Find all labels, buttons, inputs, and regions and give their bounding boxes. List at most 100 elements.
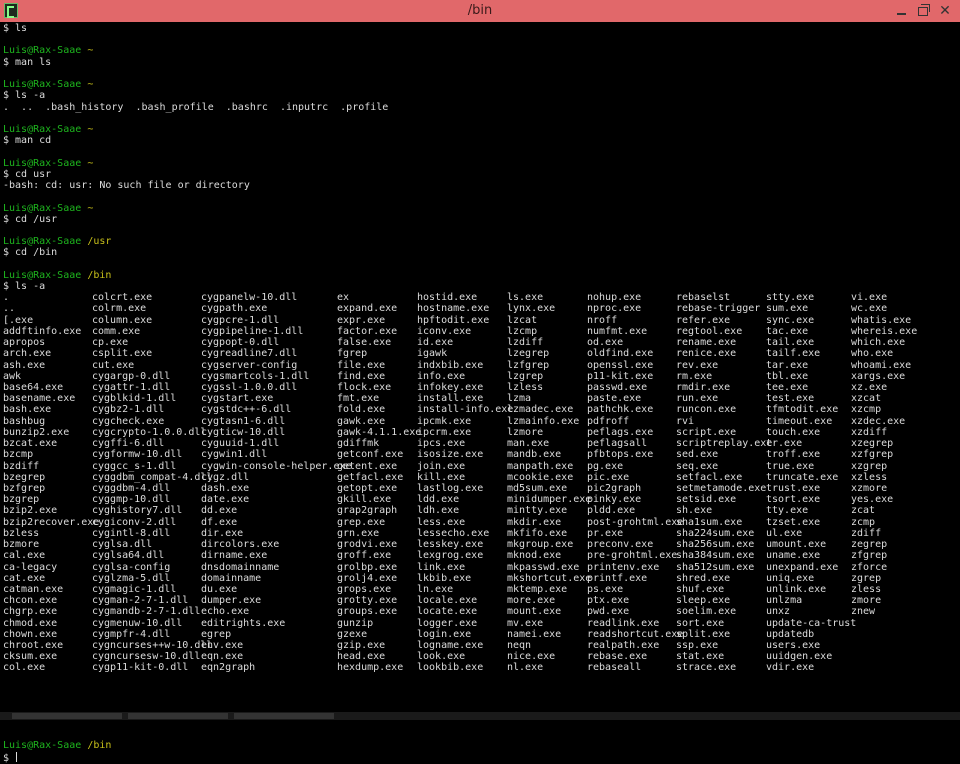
file-entry: cp.exe <box>92 337 129 349</box>
file-entry: flock.exe <box>337 382 392 393</box>
file-entry: hexdump.exe <box>337 662 404 674</box>
prompt-user: Luis@Rax-Saae <box>3 79 82 91</box>
window-controls: ✕ <box>890 0 956 22</box>
file-entry: tfmtodit.exe <box>766 404 839 416</box>
file-entry: split.exe <box>676 628 731 640</box>
file-entry: tbl.exe <box>766 370 809 382</box>
file-entry: rm.exe <box>676 370 713 382</box>
restore-icon <box>918 3 930 16</box>
file-entry: pic2graph <box>587 482 642 494</box>
file-entry: nroff <box>587 314 618 326</box>
file-entry: manpath.exe <box>507 460 574 472</box>
file-entry: setfacl.exe <box>676 471 743 483</box>
file-entry: id.exe <box>417 337 454 349</box>
file-entry: unexpand.exe <box>766 561 839 573</box>
file-entry: cygstdc++-6.dll <box>201 404 292 416</box>
file-entry: cygncursesw-10.dll <box>92 651 201 663</box>
file-entry: ldd.exe <box>417 494 460 506</box>
scrollbar[interactable] <box>940 23 960 712</box>
file-entry: tee.exe <box>766 382 809 393</box>
file-entry: cygz.dll <box>201 471 250 483</box>
file-entry: gzip.exe <box>337 640 386 652</box>
output-line: -bash: cd: usr: No such file or director… <box>3 180 250 192</box>
minimize-button[interactable] <box>890 2 912 20</box>
ls-column: stty.exe sum.exe sync.exe tac.exe tail.exe ta… <box>766 292 856 673</box>
file-entry: test.exe <box>766 393 815 405</box>
file-entry: cygticw-10.dll <box>201 426 286 438</box>
file-entry: mv.exe <box>507 617 544 629</box>
file-entry: sha1sum.exe <box>676 516 743 528</box>
file-entry: lexgrog.exe <box>417 550 484 562</box>
file-entry: logger.exe <box>417 617 478 629</box>
file-entry: arch.exe <box>3 348 52 360</box>
file-entry: hostname.exe <box>417 303 490 315</box>
file-entry: grops.exe <box>337 583 392 595</box>
command-line: $ man cd <box>3 135 52 147</box>
file-entry: zgrep <box>851 572 882 584</box>
file-entry: cygblkid-1.dll <box>92 393 177 405</box>
close-button[interactable]: ✕ <box>934 2 956 20</box>
file-entry: minidumper.exe <box>507 494 592 506</box>
file-entry: egrep <box>201 628 232 640</box>
file-entry: cyglsa.dll <box>92 539 153 551</box>
file-entry: cygpopt-0.dll <box>201 337 280 349</box>
file-entry: more.exe <box>507 595 556 607</box>
file-entry: [.exe <box>3 314 34 326</box>
file-entry: cygpanelw-10.dll <box>201 292 298 304</box>
file-entry: tail.exe <box>766 337 815 349</box>
file-entry: unxz <box>766 606 791 618</box>
file-entry: cygintl-8.dll <box>92 527 171 539</box>
file-entry: xzegrep <box>851 438 894 450</box>
file-entry: pfbtops.exe <box>587 449 654 461</box>
file-entry: cygp11-kit-0.dll <box>92 662 189 674</box>
file-entry: seq.exe <box>676 460 719 472</box>
file-entry: cygiconv-2.dll <box>92 516 177 528</box>
file-entry: namei.exe <box>507 628 562 640</box>
file-entry: pinky.exe <box>587 494 642 506</box>
prompt-user: Luis@Rax-Saae <box>3 236 82 248</box>
file-entry: tr.exe <box>766 438 803 450</box>
file-entry: touch.exe <box>766 426 821 438</box>
file-entry: nohup.exe <box>587 292 642 304</box>
prompt-user: Luis@Rax-Saae <box>3 740 82 752</box>
file-entry: neqn <box>507 640 532 652</box>
file-entry: setmetamode.exe <box>676 482 767 494</box>
file-entry: peflagsall <box>587 438 648 450</box>
file-entry: sha512sum.exe <box>676 561 755 573</box>
file-entry: lzdiff <box>507 337 544 349</box>
maximize-button[interactable] <box>912 2 934 20</box>
file-entry: cygstart.exe <box>201 393 274 405</box>
title-bar[interactable]: /bin ✕ <box>0 0 960 22</box>
file-entry: oldfind.exe <box>587 348 654 360</box>
file-entry: xzdec.exe <box>851 415 906 427</box>
file-entry: chown.exe <box>3 628 58 640</box>
command-input[interactable]: $ <box>3 753 15 764</box>
file-entry: whereis.exe <box>851 325 918 337</box>
file-entry: zfgrep <box>851 550 888 562</box>
file-entry: shuf.exe <box>676 583 725 595</box>
file-entry: cygbz2-1.dll <box>92 404 165 416</box>
file-entry: cygmenuw-10.dll <box>92 617 183 629</box>
file-entry: infokey.exe <box>417 382 484 393</box>
prompt-path: ~ <box>87 202 94 214</box>
file-entry: xzless <box>851 471 888 483</box>
file-entry: join.exe <box>417 460 466 472</box>
file-entry: lzmadec.exe <box>507 404 574 416</box>
file-entry: rebaseall <box>587 662 642 674</box>
file-entry: cat.exe <box>3 572 46 584</box>
file-entry: cygncurses++w-10.dll <box>92 640 213 652</box>
terminal-output[interactable]: $ ls Luis@Rax-Saae ~ $ man ls Luis@Rax-Saae… <box>3 23 933 764</box>
file-entry: comm.exe <box>92 325 141 337</box>
file-entry: cygpcre-1.dll <box>201 314 280 326</box>
ls-column: ... [.exe addftinfo.exe apropos arch.exe ash.… <box>3 292 99 673</box>
prompt-path: ~ <box>87 79 94 91</box>
file-entry: preconv.exe <box>587 539 654 551</box>
file-entry: sed.exe <box>676 449 719 461</box>
file-entry: rename.exe <box>676 337 737 349</box>
file-entry: realpath.exe <box>587 640 660 652</box>
command-line: $ ls -a <box>3 90 46 102</box>
command-input-line[interactable]: $ <box>3 751 933 764</box>
